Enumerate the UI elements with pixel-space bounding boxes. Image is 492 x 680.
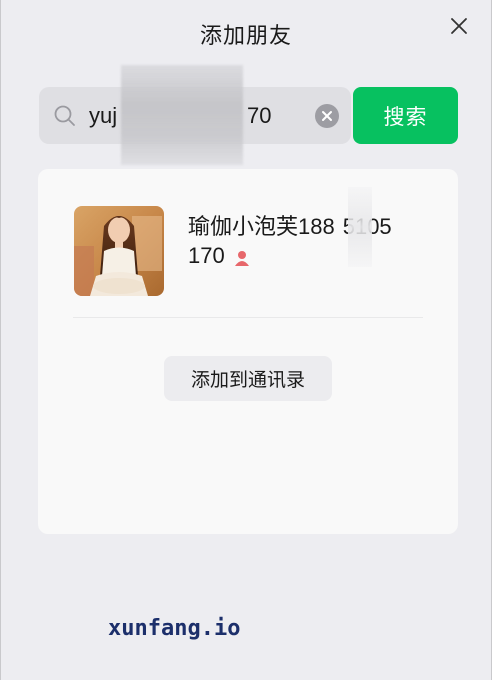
search-value-start: yuj <box>89 103 118 128</box>
search-value-end: 70 <box>247 103 272 128</box>
clear-icon[interactable] <box>315 104 339 128</box>
watermark: xunfang.io <box>108 616 241 641</box>
search-button[interactable]: 搜索 <box>353 87 458 144</box>
dialog-title: 添加朋友 <box>199 23 292 48</box>
search-result-card: 瑜伽小泡芙1885105 170 添加到通讯录 <box>38 169 458 534</box>
add-to-contacts-button[interactable]: 添加到通讯录 <box>164 356 332 401</box>
contact-name-line2: 170 <box>188 243 251 269</box>
search-icon <box>53 104 77 128</box>
close-icon[interactable] <box>447 14 471 38</box>
divider <box>73 317 423 318</box>
add-friend-dialog: 添加朋友 yuj 70 搜索 瑜伽小泡芙188 170 添加到通讯录 xunfa… <box>0 0 492 680</box>
avatar[interactable] <box>74 206 164 296</box>
redaction-blur <box>121 65 243 165</box>
search-input[interactable]: yuj 70 <box>39 65 351 165</box>
female-icon <box>233 247 251 266</box>
name-redaction-blur <box>348 187 372 267</box>
